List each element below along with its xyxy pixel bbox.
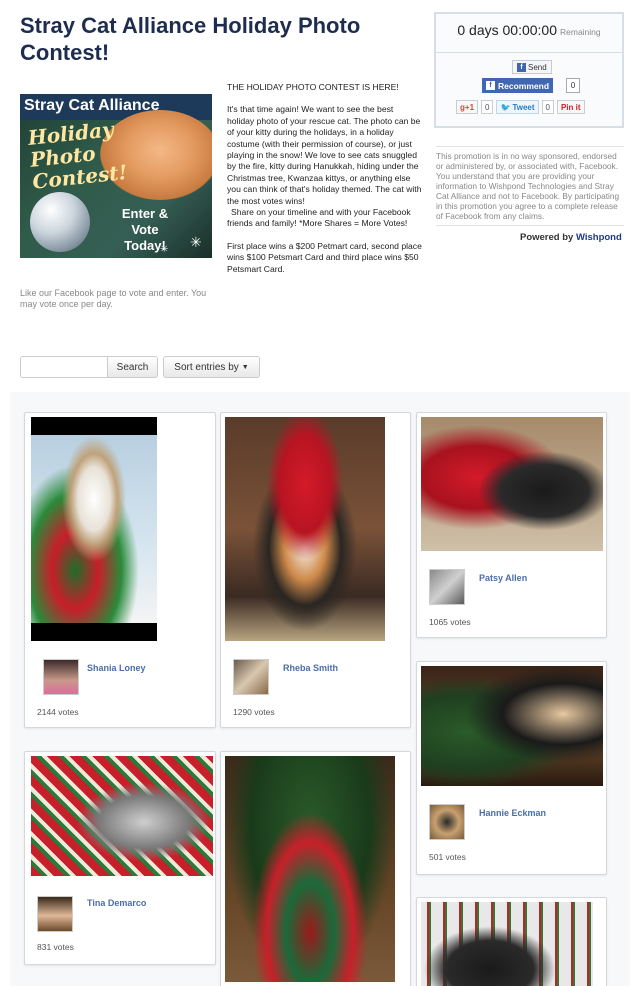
facebook-recommend-button[interactable]: f Recommend <box>482 78 554 93</box>
twitter-bird-icon: 🐦 <box>500 102 511 112</box>
entrant-avatar[interactable] <box>37 896 73 932</box>
search-button[interactable]: Search <box>108 356 158 378</box>
description-paragraph: Share on your timeline and with your Fac… <box>227 207 411 229</box>
banner-script-title: Holiday Photo Contest! <box>27 117 129 194</box>
powered-prefix: Powered by <box>520 232 574 243</box>
countdown-value: 0 days 00:00:00 <box>457 22 557 38</box>
entrant-name[interactable]: Patsy Allen <box>479 573 527 583</box>
entrant-avatar[interactable] <box>233 659 269 695</box>
description-heading: THE HOLIDAY PHOTO CONTEST IS HERE! <box>227 82 399 92</box>
google-plus-button[interactable]: g +1 <box>456 100 479 114</box>
entry-photo[interactable] <box>31 756 213 876</box>
entry-card[interactable] <box>416 897 607 986</box>
contest-description: THE HOLIDAY PHOTO CONTEST IS HERE! It's … <box>227 82 422 286</box>
tweet-label: Tweet <box>512 102 535 112</box>
gplus-count: 0 <box>481 100 494 114</box>
pinterest-pin-button[interactable]: Pin it <box>556 100 585 114</box>
facebook-like-note: Like our Facebook page to vote and enter… <box>20 288 207 309</box>
entry-card[interactable]: Rheba Smith 1290 votes <box>220 412 411 728</box>
entrant-name[interactable]: Hannie Eckman <box>479 808 546 818</box>
vote-count: 831 votes <box>37 942 74 952</box>
facebook-icon: f <box>486 81 495 90</box>
ornament-ball <box>30 192 90 252</box>
star-icon: ✳ <box>160 244 169 255</box>
countdown-timer: 0 days 00:00:00 Remaining <box>436 22 622 38</box>
entrant-avatar[interactable] <box>429 569 465 605</box>
entry-photo[interactable] <box>421 666 603 786</box>
contest-banner-image: Stray Cat Alliance Holiday Photo Contest… <box>20 94 212 258</box>
tweet-button[interactable]: 🐦 Tweet <box>496 100 539 114</box>
sort-entries-dropdown[interactable]: Sort entries by ▼ <box>163 356 260 378</box>
sort-label: Sort entries by <box>174 361 239 373</box>
countdown-suffix: Remaining <box>560 27 601 37</box>
powered-by: Powered by Wishpond <box>520 232 622 243</box>
entry-card[interactable]: Tina Demarco 831 votes <box>24 751 216 965</box>
entry-photo[interactable] <box>31 417 157 641</box>
page-title: Stray Cat Alliance Holiday Photo Contest… <box>20 13 361 65</box>
tweet-count: 0 <box>541 100 554 114</box>
entry-photo[interactable] <box>225 417 385 641</box>
entrant-avatar[interactable] <box>429 804 465 840</box>
recommend-label: Recommend <box>498 80 550 91</box>
gplus-label: +1 <box>464 102 475 112</box>
vote-count: 1290 votes <box>233 707 275 717</box>
wishpond-link[interactable]: Wishpond <box>576 232 622 243</box>
entrant-name[interactable]: Rheba Smith <box>283 663 338 673</box>
countdown-panel: 0 days 00:00:00 Remaining f Send f Recomm… <box>434 12 624 128</box>
share-buttons: g +1 0 🐦 Tweet 0 Pin it <box>456 100 585 115</box>
entry-photo[interactable] <box>421 902 593 986</box>
caret-down-icon: ▼ <box>241 363 249 371</box>
description-paragraph: It's that time again! We want to see the… <box>227 104 422 206</box>
vote-count: 2144 votes <box>37 707 79 717</box>
entry-card[interactable]: Patsy Allen 1065 votes <box>416 412 607 638</box>
contest-page: Stray Cat Alliance Holiday Photo Contest… <box>0 0 643 986</box>
recommend-count: 0 <box>566 78 580 93</box>
star-icon: ✳ <box>190 234 202 250</box>
entrant-name[interactable]: Shania Loney <box>87 663 146 673</box>
search-input[interactable] <box>20 356 108 378</box>
vote-count: 501 votes <box>429 852 466 862</box>
entry-card[interactable] <box>220 751 411 986</box>
panel-divider <box>436 52 622 53</box>
banner-cta: Enter & Vote Today! <box>121 206 169 253</box>
vote-count: 1065 votes <box>429 617 471 627</box>
entrant-avatar[interactable] <box>43 659 79 695</box>
entry-photo[interactable] <box>225 756 395 982</box>
description-paragraph: First place wins a $200 Petmart card, se… <box>227 240 422 274</box>
facebook-icon: f <box>517 62 526 72</box>
promotion-disclaimer: This promotion is in no way sponsored, e… <box>436 146 624 226</box>
send-label: Send <box>528 62 547 72</box>
entry-card[interactable]: Hannie Eckman 501 votes <box>416 661 607 875</box>
entry-card[interactable]: Shania Loney 2144 votes <box>24 412 216 728</box>
facebook-send-button[interactable]: f Send <box>512 60 552 74</box>
entry-photo[interactable] <box>421 417 603 551</box>
entrant-name[interactable]: Tina Demarco <box>87 898 146 908</box>
